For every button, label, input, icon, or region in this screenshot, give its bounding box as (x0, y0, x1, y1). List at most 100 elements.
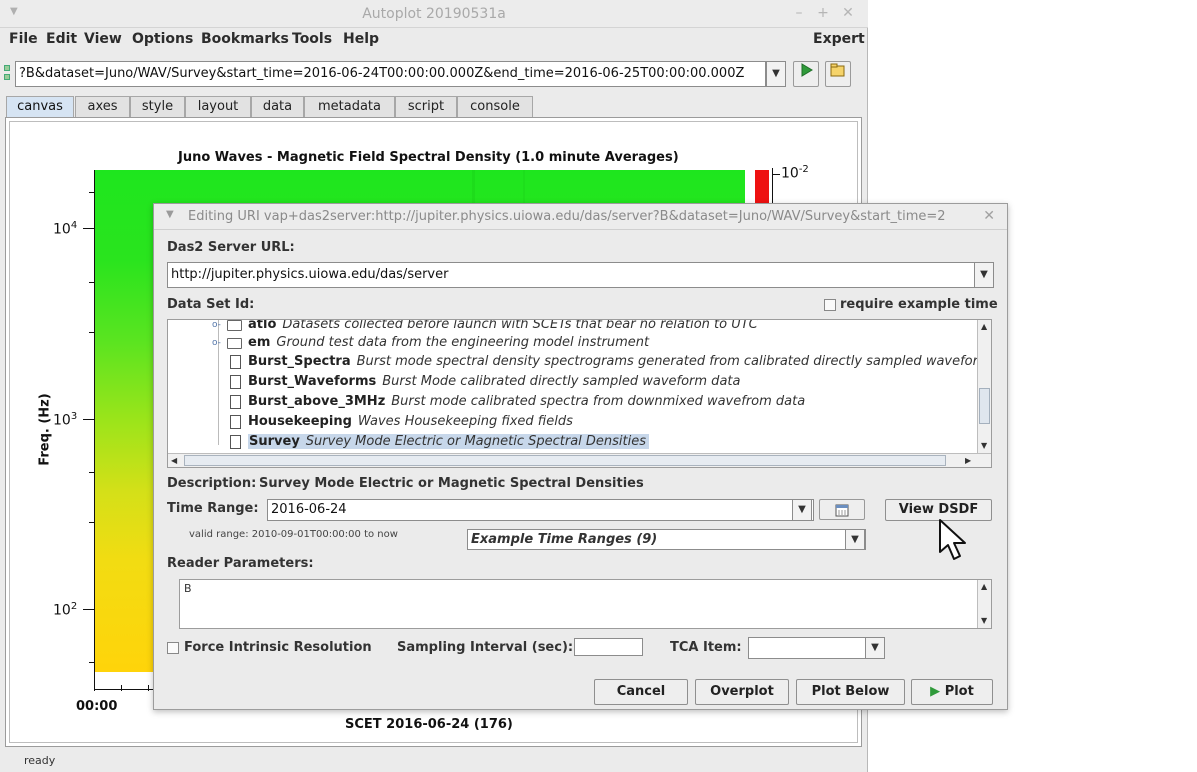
tca-item-arrow[interactable]: ▼ (865, 637, 885, 659)
reader-params-label: Reader Parameters: (167, 556, 314, 571)
server-url-label: Das2 Server URL: (167, 240, 295, 255)
chevron-down-icon: ▼ (798, 504, 806, 515)
tab-axes[interactable]: axes (75, 96, 130, 117)
example-time-ranges-arrow[interactable]: ▼ (845, 529, 865, 550)
reader-params-textarea[interactable]: B ▲ ▼ (179, 579, 992, 629)
x-tick-label: 00:00 (76, 699, 118, 714)
menubar: File Edit View Options Bookmarks Tools H… (0, 28, 868, 50)
close-icon[interactable]: ✕ (839, 4, 857, 22)
tab-layout[interactable]: layout (185, 96, 251, 117)
menu-tools[interactable]: Tools (292, 28, 332, 50)
uri-history-dropdown[interactable]: ▼ (766, 61, 786, 87)
y-minor-tick (89, 522, 95, 523)
y-minor-tick (89, 332, 95, 333)
scroll-down-icon[interactable]: ▼ (981, 616, 987, 625)
x-tick (121, 685, 122, 691)
expand-handle-icon[interactable]: o- (212, 333, 222, 353)
x-tick (148, 685, 149, 691)
server-url-input[interactable]: http://jupiter.physics.uiowa.edu/das/ser… (167, 262, 975, 288)
tree-node-burst-above-3mhz[interactable]: Burst_above_3MHz Burst mode calibrated sp… (230, 392, 805, 412)
y-tick-label: 104 (53, 220, 78, 238)
time-range-dropdown[interactable]: ▼ (792, 499, 812, 521)
dialog-title: Editing URI vap+das2server:http://jupite… (188, 209, 946, 224)
browse-button[interactable] (825, 61, 851, 87)
tree-horizontal-scrollbar[interactable]: ◀ ▶ (168, 453, 991, 467)
maximize-icon[interactable]: + (814, 4, 832, 22)
scroll-up-icon[interactable]: ▲ (981, 582, 987, 591)
menu-bookmarks[interactable]: Bookmarks (201, 28, 289, 50)
example-time-ranges-dropdown[interactable]: Example Time Ranges (9) (467, 529, 866, 550)
force-intrinsic-checkbox[interactable] (167, 642, 179, 654)
document-icon (230, 395, 241, 409)
tab-console[interactable]: console (457, 96, 533, 117)
uri-bar: ?B&dataset=Juno/WAV/Survey&start_time=20… (0, 58, 868, 90)
document-icon (230, 375, 241, 389)
overplot-button[interactable]: Overplot (695, 679, 789, 705)
y-axis-title: Freq. (Hz) (37, 393, 53, 466)
force-intrinsic-label: Force Intrinsic Resolution (184, 640, 372, 655)
dataset-id-label: Data Set Id: (167, 297, 255, 312)
folder-icon (227, 338, 242, 349)
chevron-down-icon: ▼ (980, 269, 988, 280)
reader-params-value: B (184, 582, 192, 595)
server-url-dropdown[interactable]: ▼ (974, 262, 994, 288)
plot-title: Juno Waves - Magnetic Field Spectral Den… (178, 150, 679, 165)
cancel-button[interactable]: Cancel (594, 679, 688, 705)
scrollbar-thumb[interactable] (979, 388, 990, 424)
scroll-up-icon[interactable]: ▲ (981, 322, 987, 331)
tca-item-label: TCA Item: (670, 640, 742, 655)
y-minor-tick (89, 662, 95, 663)
menu-view[interactable]: View (84, 28, 122, 50)
uri-input[interactable]: ?B&dataset=Juno/WAV/Survey&start_time=20… (15, 61, 766, 87)
sampling-interval-input[interactable] (574, 638, 643, 656)
require-example-checkbox[interactable] (824, 299, 836, 311)
scroll-right-icon[interactable]: ▶ (965, 456, 971, 465)
colorbar (755, 170, 769, 206)
scroll-down-icon[interactable]: ▼ (981, 441, 987, 450)
tree-vertical-scrollbar[interactable]: ▲ ▼ (977, 320, 991, 453)
dialog-menu-icon[interactable]: ▼ (166, 209, 174, 220)
y-minor-tick (89, 282, 95, 283)
plot-below-button[interactable]: Plot Below (796, 679, 905, 705)
tab-canvas[interactable]: canvas (6, 96, 74, 117)
y-major-tick (83, 609, 95, 610)
tab-style[interactable]: style (130, 96, 185, 117)
go-button[interactable] (793, 61, 819, 87)
document-icon (230, 435, 241, 449)
y-minor-tick (89, 472, 95, 473)
play-icon (801, 63, 813, 77)
menu-expert[interactable]: Expert (813, 28, 865, 50)
tree-node-burst-waveforms[interactable]: Burst_Waveforms Burst Mode calibrated dir… (230, 372, 740, 392)
tree-node-survey[interactable]: Survey Survey Mode Electric or Magnetic S… (230, 432, 650, 452)
menu-help[interactable]: Help (343, 28, 379, 50)
menu-file[interactable]: File (9, 28, 38, 50)
calendar-button[interactable] (819, 499, 865, 520)
dialog-titlebar: ▼ Editing URI vap+das2server:http://jupi… (154, 204, 1007, 230)
play-icon: ▶ (930, 684, 941, 699)
tab-metadata[interactable]: metadata (304, 96, 395, 117)
description-value: Survey Mode Electric or Magnetic Spectra… (259, 476, 644, 491)
minimize-icon[interactable]: – (790, 4, 808, 22)
close-icon[interactable]: ✕ (983, 208, 995, 224)
scroll-left-icon[interactable]: ◀ (171, 456, 177, 465)
menu-edit[interactable]: Edit (46, 28, 77, 50)
tab-data[interactable]: data (251, 96, 304, 117)
plot-button[interactable]: ▶ Plot (911, 679, 993, 705)
tree-node-burst-spectra[interactable]: Burst_Spectra Burst mode spectral density… (230, 352, 991, 372)
dataset-tree[interactable]: o- atlo Datasets collected before launch … (167, 319, 992, 468)
time-range-input[interactable]: 2016-06-24 (267, 499, 814, 521)
plot-button-label: Plot (944, 684, 974, 699)
tab-script[interactable]: script (395, 96, 457, 117)
scrollbar-thumb[interactable] (184, 455, 946, 466)
tree-node-em[interactable]: o- em Ground test data from the engineeri… (212, 333, 649, 353)
folder-icon (227, 320, 242, 331)
tree-node-housekeeping[interactable]: Housekeeping Waves Housekeeping fixed fie… (230, 412, 573, 432)
reader-params-scrollbar[interactable]: ▲ ▼ (977, 580, 991, 628)
chevron-down-icon: ▼ (772, 68, 780, 79)
window-titlebar: ▼ Autoplot 20190531a – + ✕ (0, 0, 868, 28)
sampling-interval-label: Sampling Interval (sec): (397, 640, 574, 655)
uri-status-icon (4, 64, 12, 82)
menu-options[interactable]: Options (132, 28, 193, 50)
y-major-tick (83, 228, 95, 229)
require-example-label: require example time (840, 297, 998, 312)
